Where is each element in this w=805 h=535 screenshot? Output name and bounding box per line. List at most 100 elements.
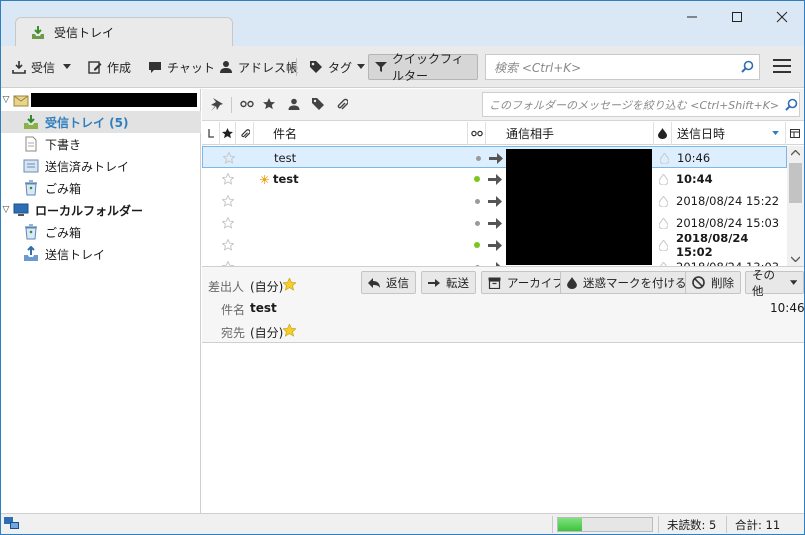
archive-button[interactable]: アーカイブ [481,271,571,294]
message-body[interactable] [202,344,804,512]
read-toggle[interactable] [468,190,486,212]
close-button[interactable] [759,2,804,32]
folder-item[interactable]: 下書き [1,133,201,155]
folder-item[interactable]: ごみ箱 [1,221,201,243]
minimize-button[interactable] [669,2,714,32]
read-toggle[interactable] [469,147,487,167]
write-button[interactable]: 作成 [82,54,137,80]
quick-filter-button[interactable]: クイックフィルター [368,52,478,83]
scroll-up-icon[interactable] [791,150,800,156]
collapse-icon[interactable]: ▽ [1,205,11,215]
tab-inbox[interactable]: 受信トレイ [15,17,233,47]
global-search-input[interactable]: 検索 <Ctrl+K> [485,54,760,80]
star-toggle-icon[interactable] [221,147,237,167]
read-toggle[interactable] [468,212,486,234]
download-icon [12,61,26,74]
local-folders-row[interactable]: ▽ ローカルフォルダー [1,199,201,221]
scroll-thumb[interactable] [789,163,802,203]
junk-status-icon[interactable] [654,234,672,256]
folder-item[interactable]: 送信トレイ [1,243,201,265]
subject-column[interactable]: 件名 [254,122,468,145]
online-status-icon[interactable] [4,517,20,531]
drafts-icon [23,136,39,152]
message-row[interactable]: test 10:46 [202,146,787,168]
folder-item[interactable]: ごみ箱 [1,177,201,199]
star-toggle-icon[interactable] [220,168,236,190]
correspondent-column-label: 通信相手 [506,127,555,141]
date-column[interactable]: 送信日時 [672,122,786,145]
get-mail-dropdown[interactable] [59,54,75,80]
archive-label: アーカイブ [507,275,564,290]
address-book-button[interactable]: アドレス帳 [213,54,304,80]
star-toggle-icon[interactable] [220,234,236,256]
read-toggle[interactable] [468,234,486,256]
forward-button[interactable]: 転送 [421,271,476,294]
star-filter-icon[interactable] [263,98,275,110]
message-date: 2018/08/24 15:03 [676,216,780,230]
sent-icon [23,158,39,174]
message-row[interactable]: 2018/08/24 15:03 [202,212,787,234]
chevron-down-icon [63,64,71,69]
read-toggle[interactable] [468,168,486,190]
unread-filter-icon[interactable] [240,100,254,108]
collapse-icon[interactable]: ▽ [1,95,11,105]
star-icon [222,128,233,139]
junk-column[interactable] [654,122,672,145]
tag-filter-icon[interactable] [312,98,324,110]
reply-icon [368,277,380,288]
junk-status-icon[interactable] [654,212,672,234]
junk-status-icon[interactable] [654,190,672,212]
from-value[interactable]: (自分) [250,278,283,295]
main-toolbar: 受信 作成 チャット アドレス帳 タグ クイックフィルター 検索 <Ctrl+K… [1,46,804,88]
folder-item[interactable]: 受信トレイ (5) [1,111,201,133]
folder-item[interactable]: 送信済みトレイ [1,155,201,177]
thread-column[interactable] [202,122,220,145]
thread-columns-header: 件名 通信相手 送信日時 [202,122,804,145]
attachment-filter-icon[interactable] [336,98,348,111]
to-value[interactable]: (自分) [250,324,283,341]
quick-filter-input[interactable]: このフォルダーのメッセージを絞り込む <Ctrl+Shift+K> [482,92,800,117]
junk-status-icon[interactable] [655,147,673,167]
message-subject [273,212,463,234]
junk-status-icon[interactable] [654,168,672,190]
star-toggle-icon[interactable] [220,190,236,212]
forward-arrow-icon [488,168,504,190]
status-bar: 未読数: 5 合計: 11 [1,513,804,534]
contact-star-icon[interactable] [283,324,296,337]
folder-label: ごみ箱 [45,225,82,240]
contact-filter-icon[interactable] [288,98,300,110]
tag-button[interactable]: タグ [303,54,371,80]
message-row[interactable]: 2018/08/24 15:22 [202,190,787,212]
chat-label: チャット [167,60,215,75]
account-row[interactable]: ▽ [1,89,201,111]
tag-label: タグ [328,60,353,75]
correspondent-column[interactable]: 通信相手 [486,122,654,145]
status-separator [658,516,659,533]
read-column[interactable] [468,122,486,145]
attachment-column[interactable] [236,122,254,145]
junk-button[interactable]: 迷惑マークを付ける [560,271,694,294]
message-row[interactable]: 2018/08/24 15:02 [202,234,787,256]
star-toggle-icon[interactable] [220,212,236,234]
other-actions-button[interactable]: その他 [745,268,804,298]
quick-filter-bar: このフォルダーのメッセージを絞り込む <Ctrl+Shift+K> [202,89,804,121]
delete-button[interactable]: 削除 [685,271,741,294]
chat-button[interactable]: チャット [142,54,221,80]
starred-column[interactable] [220,122,236,145]
get-mail-button[interactable]: 受信 [6,54,61,80]
tag-icon [310,61,322,73]
quick-filter-placeholder: このフォルダーのメッセージを絞り込む <Ctrl+Shift+K> [489,98,780,112]
menu-icon[interactable] [773,59,791,73]
maximize-button[interactable] [714,2,759,32]
pencil-icon [88,61,102,74]
message-row[interactable]: test 10:44 [202,168,787,190]
reply-button[interactable]: 返信 [361,271,416,294]
column-picker[interactable] [786,122,804,145]
get-mail-label: 受信 [31,60,56,75]
tab-title: 受信トレイ [54,26,115,40]
contact-star-icon[interactable] [283,278,296,291]
pin-icon[interactable] [210,97,224,111]
forward-arrow-icon [488,212,504,234]
scroll-down-icon[interactable] [791,256,800,262]
account-name-redacted [31,93,197,107]
